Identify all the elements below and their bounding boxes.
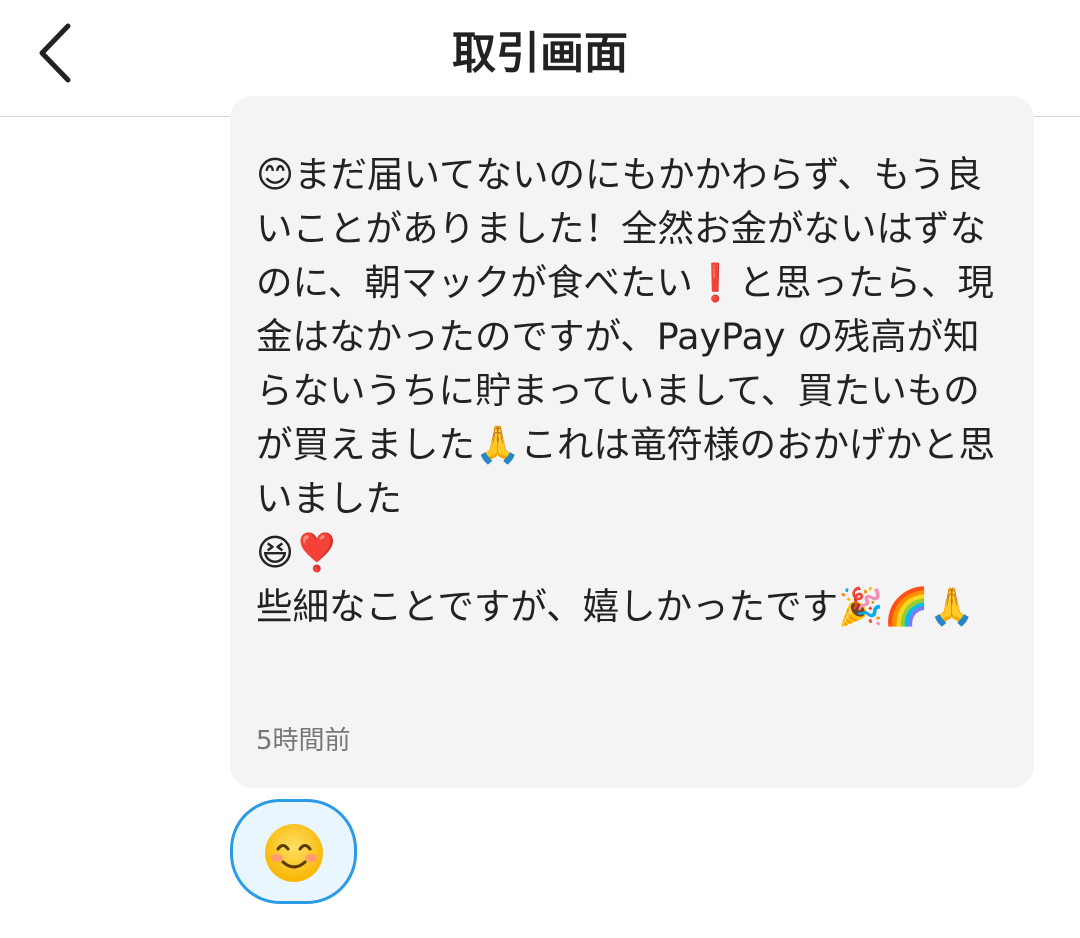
smiling-face-icon: [265, 824, 323, 882]
message-timestamp: 5時間前: [256, 726, 351, 756]
reaction-button[interactable]: [230, 799, 357, 904]
message-text: 😊まだ届いてないのにもかかわらず、もう良いことがありました！全然お金がないはずな…: [256, 153, 995, 628]
message-bubble: 😊まだ届いてないのにもかかわらず、もう良いことがありました！全然お金がないはずな…: [230, 96, 1034, 788]
page-title: 取引画面: [452, 28, 628, 79]
